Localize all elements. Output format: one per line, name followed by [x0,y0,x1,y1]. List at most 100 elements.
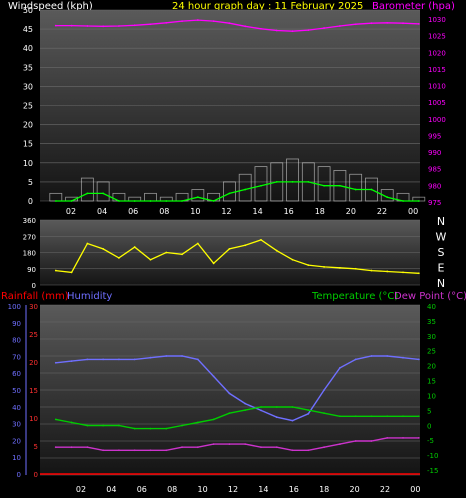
compass-label: E [438,262,445,275]
humidity-line-point [291,419,294,422]
dewpoint-line-point [417,437,420,439]
direction-tick-label: 180 [23,250,36,258]
wind-direction-line-point [228,247,231,250]
temperature-line-point [354,415,357,418]
wind-avg-line-point [54,200,57,202]
barometer-line-point [228,22,231,25]
dewpoint-line-point [212,443,215,445]
baro-tick-label: 995 [428,132,441,140]
humidity-tick-label: 10 [12,454,21,462]
temperature-line-point [417,415,420,418]
wind-avg-line-point [86,192,89,195]
barometer-line-point [118,25,120,27]
temperature-line-point [260,406,262,408]
humidity-tick-label: 80 [12,337,21,345]
humidity-line-point [196,358,199,361]
humidity-tick-label: 50 [12,387,21,395]
wind-direction-line-point [386,270,389,273]
wind-x-tick: 20 [346,207,356,216]
direction-tick-label: 90 [27,266,36,274]
humidity-line-point [275,416,278,419]
temp-x-tick: 02 [76,485,86,494]
temperature-line-point [181,424,183,427]
baro-tick-label: 1015 [428,66,446,74]
wind-axis-x: 02 04 06 08 10 12 14 16 18 20 22 00 [66,207,418,216]
wind-avg-line-point [133,200,136,202]
rain-tick-label: 25 [29,331,38,339]
baro-tick-label: 990 [428,149,441,157]
temperature-line-point [149,427,152,430]
wind-direction-line-point [417,272,420,275]
wind-x-tick: 16 [284,207,294,216]
rain-tick-label: 15 [29,387,38,395]
rain-tick-label: 20 [29,359,38,367]
wind-x-tick: 12 [221,207,231,216]
compass-label: W [436,231,447,244]
barometer-line-point [181,20,183,23]
humidity-line-point [149,356,152,359]
wind-direction-line-point [354,267,357,270]
humidity-line-point [244,402,247,405]
wind-direction-line-point [70,271,73,274]
dewpoint-line-point [275,446,278,449]
humidity-line-point [70,360,73,362]
humidity-line-point [181,355,183,357]
temp-tick-label: 0 [427,422,431,430]
barometer-line-point [212,20,215,23]
humidity-line-point [212,375,215,378]
humidity-tick-label: 20 [12,437,21,445]
rain-tick-label: 0 [34,471,38,479]
compass-label: N [437,215,445,228]
temperature-line-point [402,415,404,418]
baro-tick-label: 985 [428,166,441,174]
baro-tick-label: 1025 [428,33,446,41]
dewpoint-line-point [291,449,294,452]
temp-x-tick: 06 [137,485,147,494]
temperature-line-point [165,427,168,430]
humidity-line-point [338,367,341,369]
wind-tick-label: 10 [23,159,33,168]
barometer-line-point [54,24,57,27]
temperature-line-point [133,427,136,430]
wind-avg-line-point [212,200,215,202]
wind-direction-line-point [165,251,168,254]
baro-tick-label: 1000 [428,116,446,124]
wind-direction-line-point [133,246,136,248]
wind-avg-line-point [70,200,73,202]
humidity-tick-label: 40 [12,404,21,412]
humidity-line-point [102,358,105,361]
wind-avg-line-point [323,184,326,187]
humidity-tick-label: 0 [17,471,21,479]
wind-avg-line-point [228,192,231,195]
wind-direction-line-point [54,269,57,272]
humidity-line-point [54,361,57,364]
temp-x-tick: 12 [228,485,238,494]
dewpoint-line-point [354,440,357,442]
wind-avg-line-point [181,200,183,202]
barometer-line-point [275,29,278,32]
wind-direction-line-point [291,258,294,261]
humidity-line-point [370,355,373,357]
dewpoint-line-point [307,449,310,452]
barometer-line-point [307,29,310,32]
wind-tick-label: 40 [23,44,33,53]
barometer-line-point [260,27,262,30]
dewpoint-line-point [386,437,389,439]
barometer-line-point [102,25,105,28]
wind-tick-label: 25 [23,102,33,111]
temp-axis-x: 02 04 06 08 10 12 14 16 18 20 22 00 [76,485,421,494]
wind-direction-line-point [260,238,262,241]
baro-tick-label: 1010 [428,83,446,91]
barometer-line-point [133,24,136,27]
wind-direction-line-point [323,266,326,268]
barometer-line-point [70,24,73,27]
humidity-line-point [86,358,89,361]
barometer-line-point [86,25,89,27]
temperature-line-point [370,415,373,418]
humidity-tick-label: 70 [12,353,21,361]
temp-tick-label: 15 [427,378,436,386]
wind-x-tick: 04 [97,207,107,216]
dewpoint-line-point [165,449,168,452]
wind-direction-line-point [370,269,373,272]
wind-avg-line-point [307,181,310,183]
